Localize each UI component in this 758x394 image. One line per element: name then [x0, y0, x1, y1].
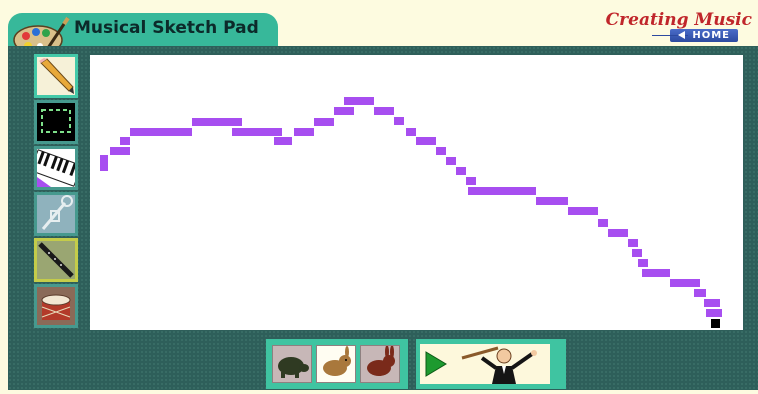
melody-note [100, 163, 108, 171]
creating-music-brand[interactable]: Creating Music HOME [606, 10, 752, 44]
play-button[interactable] [420, 344, 550, 384]
melody-note [694, 289, 706, 297]
melody-note [406, 128, 416, 136]
melody-note [274, 137, 292, 145]
melody-note [468, 187, 536, 195]
turtle-icon [273, 357, 311, 386]
trumpet-instrument-button[interactable] [34, 192, 78, 236]
selection-tool-button[interactable] [34, 100, 78, 144]
melody-note [706, 309, 722, 317]
sketch-pad-panel [8, 46, 758, 390]
melody-note [232, 128, 282, 136]
tempo-medium-button[interactable] [316, 345, 356, 383]
dashed-selection-icon [37, 109, 75, 145]
melody-note [110, 147, 130, 155]
melody-note [436, 147, 446, 155]
brand-logo-text: Creating Music [605, 10, 752, 30]
melody-note [456, 167, 466, 175]
rabbit-icon [317, 346, 355, 386]
clarinet-icon [37, 241, 75, 283]
title-tab: Musical Sketch Pad [8, 13, 278, 55]
melody-note [314, 118, 334, 126]
melody-note [416, 137, 436, 145]
melody-note [374, 107, 394, 115]
conductor-icon [452, 344, 550, 388]
melody-note [334, 107, 354, 115]
melody-note [704, 299, 720, 307]
home-label: HOME [692, 30, 730, 41]
pencil-icon [37, 58, 75, 99]
pencil-tool-button[interactable] [34, 54, 78, 98]
melody-note [632, 249, 642, 257]
melody-note [638, 259, 648, 267]
play-triangle-icon [424, 350, 448, 382]
drum-icon [37, 287, 75, 329]
clarinet-instrument-button[interactable] [34, 238, 78, 282]
melody-note [192, 118, 242, 126]
melody-note [466, 177, 476, 185]
melody-note [536, 197, 568, 205]
melody-note [120, 137, 130, 145]
hare-icon [361, 345, 399, 386]
playback-controls [416, 339, 566, 389]
back-arrow-icon [678, 31, 686, 39]
melody-note [394, 117, 404, 125]
home-button[interactable]: HOME [652, 29, 738, 42]
melody-note [670, 279, 700, 287]
trumpet-icon [37, 195, 75, 237]
melody-note [568, 207, 598, 215]
melody-note [130, 128, 192, 136]
melody-note [100, 155, 108, 163]
melody-note [446, 157, 456, 165]
tempo-fast-button[interactable] [360, 345, 400, 383]
melody-note [642, 269, 670, 277]
melody-note [628, 239, 638, 247]
tempo-controls [266, 339, 408, 389]
app-title: Musical Sketch Pad [74, 18, 259, 38]
drum-instrument-button[interactable] [34, 284, 78, 328]
tempo-slow-button[interactable] [272, 345, 312, 383]
melody-note [294, 128, 314, 136]
piano-instrument-button[interactable] [29, 146, 83, 191]
cursor-marker [711, 319, 720, 328]
sketch-canvas[interactable] [90, 55, 743, 330]
melody-note [608, 229, 628, 237]
title-bar: Musical Sketch Pad Creating Music HOME [0, 0, 758, 55]
piano-keys-icon [29, 149, 83, 191]
melody-note [598, 219, 608, 227]
melody-note [344, 97, 374, 105]
